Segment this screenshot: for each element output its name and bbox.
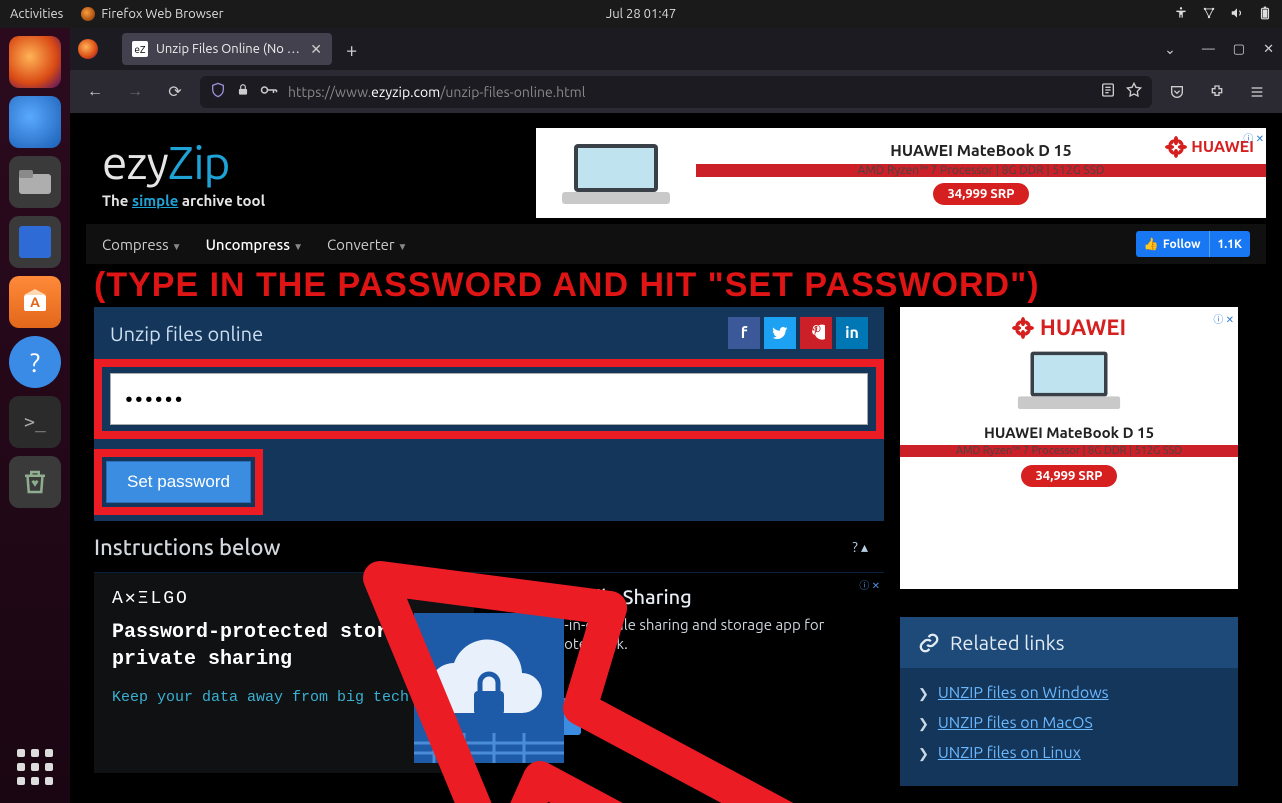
facebook-follow[interactable]: 👍 Follow 1.1K xyxy=(1136,231,1250,257)
inline-ad-headline: Password-protected storage & private sha… xyxy=(112,619,456,673)
tracking-shield-icon[interactable] xyxy=(210,82,226,101)
new-tab-button[interactable]: + xyxy=(340,38,363,61)
nav-uncompress[interactable]: Uncompress▼ xyxy=(206,236,303,253)
instructions-toggle[interactable]: ? ▴ xyxy=(852,539,868,556)
inline-ad-sub: Keep your data away from big tech xyxy=(112,687,456,708)
pocket-icon[interactable] xyxy=(1162,77,1192,107)
bookmark-star-icon[interactable] xyxy=(1126,82,1142,101)
window-close-icon[interactable]: ✕ xyxy=(1263,42,1274,57)
share-facebook[interactable]: f xyxy=(728,317,760,349)
key-icon[interactable] xyxy=(260,83,278,100)
window-maximize-icon[interactable]: ▢ xyxy=(1233,42,1245,57)
nav-converter[interactable]: Converter▼ xyxy=(327,236,407,253)
site-logo[interactable]: ezyZip The simple archive tool xyxy=(86,122,265,211)
related-link[interactable]: UNZIP files on MacOS xyxy=(938,714,1093,732)
cloud-lock-icon xyxy=(414,613,564,763)
site-navbar: Compress▼ Uncompress▼ Converter▼ 👍 Follo… xyxy=(86,224,1266,264)
dock-libreoffice-writer[interactable] xyxy=(9,216,61,268)
password-input[interactable] xyxy=(110,373,868,425)
forward-button: → xyxy=(120,77,150,107)
reload-button[interactable]: ⟳ xyxy=(160,77,190,107)
browser-toolbar: ← → ⟳ https://www.ezyzip.com/unzip-files… xyxy=(70,70,1282,114)
lock-icon[interactable] xyxy=(236,83,250,100)
clock[interactable]: Jul 28 01:47 xyxy=(606,7,676,21)
sidebar-ad-title: HUAWEI MateBook D 15 xyxy=(900,424,1238,441)
dock-files[interactable] xyxy=(9,156,61,208)
ad-price: 34,999 SRP xyxy=(933,183,1028,205)
related-link[interactable]: UNZIP files on Linux xyxy=(938,744,1081,762)
svg-text:A: A xyxy=(30,294,40,310)
inline-ad-brand: A✕ΞLGO xyxy=(112,587,456,609)
tab-title: Unzip Files Online (No lim xyxy=(156,42,302,56)
share-twitter[interactable] xyxy=(764,317,796,349)
set-password-button[interactable]: Set password xyxy=(106,461,251,503)
network-icon[interactable] xyxy=(1202,6,1216,23)
dock-ubuntu-software[interactable]: A xyxy=(9,276,61,328)
tabs-dropdown-icon[interactable]: ⌄ xyxy=(1164,41,1176,58)
activities-button[interactable]: Activities xyxy=(10,7,63,21)
dock-trash[interactable] xyxy=(9,456,61,508)
laptop-icon xyxy=(900,346,1238,420)
tab-strip: eZ Unzip Files Online (No lim ✕ + ⌄ — ▢ … xyxy=(70,28,1282,70)
sidebar-ad[interactable]: ⓘ ✕ HUAWEI HUAWEI MateBook D 15 AMD Ryze… xyxy=(900,307,1238,589)
dock-thunderbird[interactable] xyxy=(9,96,61,148)
related-link[interactable]: UNZIP files on Windows xyxy=(938,684,1109,702)
inline-ad-close-icon[interactable]: ⓘ ✕ xyxy=(859,577,880,592)
extensions-icon[interactable] xyxy=(1202,77,1232,107)
ubuntu-dock: A ? >_ xyxy=(0,28,70,803)
active-app-indicator[interactable]: Firefox Web Browser xyxy=(81,7,223,21)
firefox-window: eZ Unzip Files Online (No lim ✕ + ⌄ — ▢ … xyxy=(70,28,1282,803)
card-title: Unzip files online xyxy=(110,322,263,345)
related-title: Related links xyxy=(950,631,1064,654)
browser-tab[interactable]: eZ Unzip Files Online (No lim ✕ xyxy=(122,33,332,65)
sidebar-ad-brand: HUAWEI xyxy=(900,315,1238,340)
menu-icon[interactable] xyxy=(1242,77,1272,107)
gnome-topbar: Activities Firefox Web Browser Jul 28 01… xyxy=(0,0,1282,28)
nav-compress[interactable]: Compress▼ xyxy=(102,236,182,253)
related-link-item: UNZIP files on MacOS xyxy=(918,708,1220,738)
tab-favicon: eZ xyxy=(132,41,148,57)
password-highlight-box xyxy=(94,359,884,439)
related-link-item: UNZIP files on Windows xyxy=(918,678,1220,708)
inline-ad-title: Encripted File Sharing xyxy=(492,585,866,608)
ad-brand: HUAWEI xyxy=(1165,136,1254,158)
share-buttons: f in xyxy=(728,317,868,349)
related-link-item: UNZIP files on Linux xyxy=(918,738,1220,768)
window-minimize-icon[interactable]: — xyxy=(1202,42,1215,56)
accessibility-icon[interactable] xyxy=(1174,6,1188,23)
share-pinterest[interactable] xyxy=(800,317,832,349)
link-icon xyxy=(918,632,940,654)
laptop-icon xyxy=(536,128,696,218)
tab-close-icon[interactable]: ✕ xyxy=(310,41,322,58)
setpw-highlight-box: Set password xyxy=(94,449,263,515)
sidebar-ad-price: 34,999 SRP xyxy=(1021,465,1116,487)
battery-icon[interactable] xyxy=(1258,6,1272,23)
sidebar-ad-close-icon[interactable]: ⓘ ✕ xyxy=(1213,311,1234,326)
instructions-heading: Instructions below xyxy=(94,535,281,560)
reader-mode-icon[interactable] xyxy=(1100,82,1116,101)
url-text: https://www.ezyzip.com/unzip-files-onlin… xyxy=(288,84,1090,100)
page-content: ezyZip The simple archive tool HUAWEI Ma… xyxy=(70,114,1282,803)
tutorial-annotation: (TYPE IN THE PASSWORD AND HIT "SET PASSW… xyxy=(86,264,1266,307)
ad-close-icon[interactable]: ⓘ ✕ xyxy=(1243,130,1264,145)
firefox-icon xyxy=(81,7,95,21)
share-linkedin[interactable]: in xyxy=(836,317,868,349)
firefox-logo-icon xyxy=(78,39,98,59)
top-banner-ad[interactable]: HUAWEI MateBook D 15 AMD Ryzen™ 7 Proces… xyxy=(536,128,1266,218)
sidebar-ad-spec: AMD Ryzen™ 7 Processor | 8G DDR | 512G S… xyxy=(900,445,1238,457)
ad-spec: AMD Ryzen™ 7 Processor | 8G DDR | 512G S… xyxy=(696,164,1266,177)
related-links-card: Related links UNZIP files on Windows UNZ… xyxy=(900,617,1238,786)
back-button[interactable]: ← xyxy=(80,77,110,107)
volume-icon[interactable] xyxy=(1230,6,1244,23)
dock-show-apps[interactable] xyxy=(11,743,59,791)
active-app-label: Firefox Web Browser xyxy=(101,7,223,21)
inline-ad[interactable]: A✕ΞLGO Password-protected storage & priv… xyxy=(94,573,884,773)
dock-firefox[interactable] xyxy=(9,36,61,88)
url-bar[interactable]: https://www.ezyzip.com/unzip-files-onlin… xyxy=(200,76,1152,108)
dock-help[interactable]: ? xyxy=(9,336,61,388)
dock-terminal[interactable]: >_ xyxy=(9,396,61,448)
